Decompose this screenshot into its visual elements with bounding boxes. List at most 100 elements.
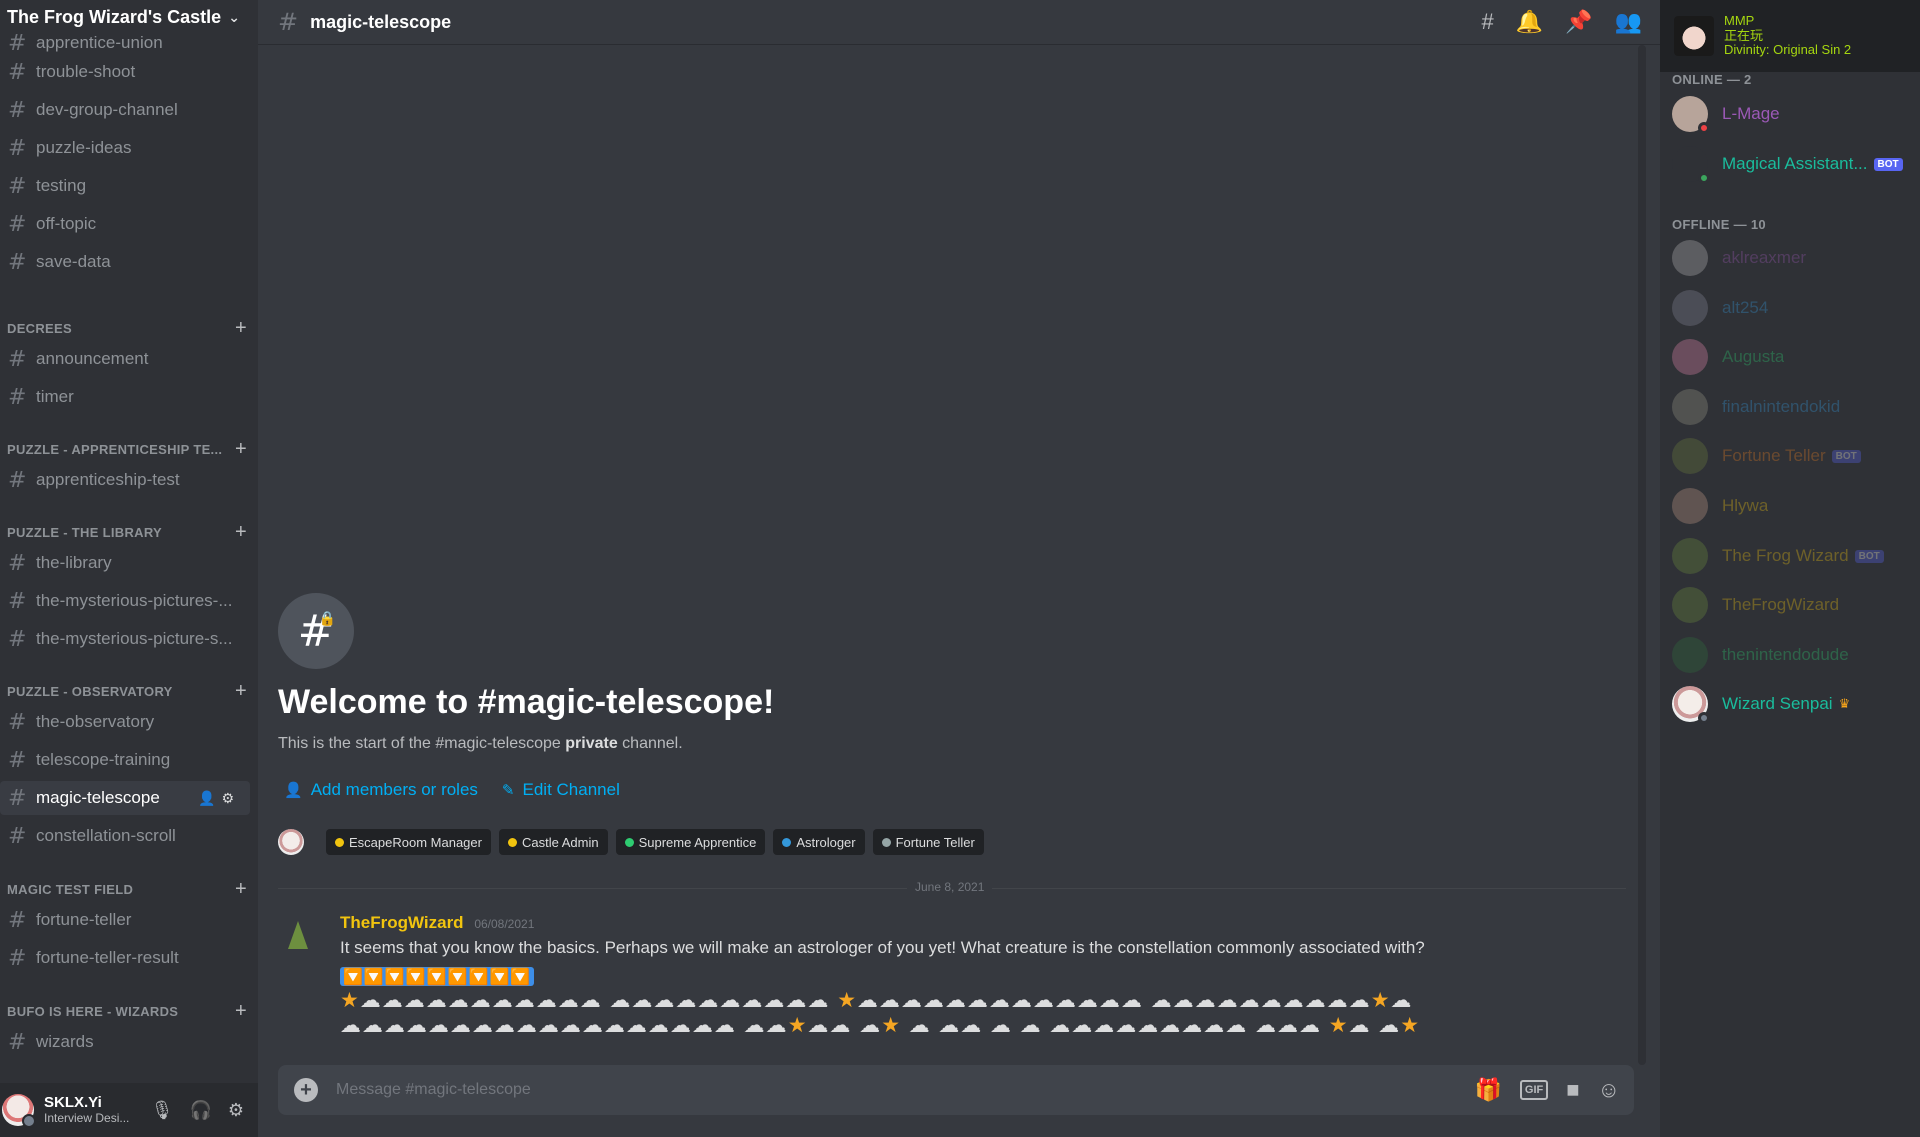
member-item[interactable]: The Frog Wizard BOT xyxy=(1672,534,1918,578)
user-avatar[interactable] xyxy=(2,1094,36,1128)
member-item[interactable]: Fortune Teller BOT xyxy=(1672,434,1918,478)
gift-icon[interactable]: 🎁 xyxy=(1474,1077,1501,1103)
member-item[interactable]: L-Mage xyxy=(1672,92,1918,136)
scrollbar[interactable] xyxy=(1638,45,1646,1065)
wizard-hat-avatar[interactable] xyxy=(278,915,318,955)
role-tag[interactable]: Fortune Teller xyxy=(872,829,984,855)
hash-icon: # xyxy=(8,588,27,614)
channel-off-topic[interactable]: # off-topic xyxy=(0,207,250,241)
channel-the-library[interactable]: # the-library xyxy=(0,546,250,580)
channel-mysterious-pictures[interactable]: # the-mysterious-pictures-... xyxy=(0,584,250,618)
channel-label: puzzle-ideas xyxy=(36,138,132,157)
offline-status-icon xyxy=(1698,712,1710,724)
avatar xyxy=(1672,389,1708,425)
gif-button[interactable]: GIF xyxy=(1519,1080,1549,1100)
plus-icon[interactable]: + xyxy=(235,317,247,340)
category-magic-test-field[interactable]: MAGIC TEST FIELD + xyxy=(7,878,247,901)
gear-icon[interactable]: ⚙ xyxy=(228,1100,244,1121)
channel-label: timer xyxy=(36,387,74,406)
member-item[interactable]: Augusta xyxy=(1672,335,1918,379)
category-apprenticeship[interactable]: PUZZLE - APPRENTICESHIP TE... + xyxy=(7,438,247,461)
edit-channel-button[interactable]: ✎ Edit Channel xyxy=(502,780,620,800)
channel-the-observatory[interactable]: # the-observatory xyxy=(0,705,250,739)
user-info[interactable]: SKLX.Yi Interview Desi... xyxy=(44,1095,129,1125)
user-status: Interview Desi... xyxy=(44,1110,130,1125)
welcome-subtitle: This is the start of the #magic-telescop… xyxy=(278,735,683,752)
category-observatory[interactable]: PUZZLE - OBSERVATORY + xyxy=(7,680,247,703)
online-header: ONLINE — 2 xyxy=(1672,72,1752,87)
hash-icon: # xyxy=(8,747,27,773)
channel-magic-telescope[interactable]: # magic-telescope 👤⚙ xyxy=(0,781,250,815)
avatar[interactable] xyxy=(278,829,304,855)
category-label: PUZZLE - THE LIBRARY xyxy=(7,525,163,540)
category-label: PUZZLE - OBSERVATORY xyxy=(7,684,173,699)
channel-wizards[interactable]: # wizards xyxy=(0,1025,250,1059)
microphone-icon[interactable]: 🎙 xyxy=(151,1100,174,1121)
channel-sidebar: The Frog Wizard's Castle ⌄ # apprentice-u… xyxy=(0,0,258,1137)
channel-save-data[interactable]: # save-data xyxy=(0,245,250,279)
member-item[interactable]: finalnintendokid xyxy=(1672,385,1918,429)
channel-fortune-teller-result[interactable]: # fortune-teller-result xyxy=(0,941,250,975)
invite-icon[interactable]: 👤 xyxy=(198,790,221,806)
channel-apprenticeship-test[interactable]: # apprenticeship-test xyxy=(0,463,250,497)
plus-icon[interactable]: + xyxy=(235,438,247,461)
message-author[interactable]: TheFrogWizard xyxy=(340,913,464,932)
plus-icon[interactable]: + xyxy=(235,680,247,703)
role-tag[interactable]: Astrologer xyxy=(773,829,865,855)
emoji-row-sky-1: ★☁☁☁☁☁☁☁☁☁☁☁ ☁☁☁☁☁☁☁☁☁☁ ★☁☁☁☁☁☁☁☁☁☁☁☁☁ ☁… xyxy=(340,988,1413,1012)
role-tag[interactable]: EscapeRoom Manager xyxy=(326,829,491,855)
avatar xyxy=(1674,16,1714,56)
category-decrees[interactable]: DECREES + xyxy=(7,317,247,340)
channel-announcement[interactable]: # announcement xyxy=(0,342,250,376)
member-item[interactable]: aklreaxmer xyxy=(1672,236,1918,280)
emoji-icon[interactable]: ☺ xyxy=(1598,1077,1620,1103)
member-item[interactable]: TheFrogWizard xyxy=(1672,583,1918,627)
channel-dev-group[interactable]: # dev-group-channel xyxy=(0,93,250,127)
upload-plus-icon[interactable]: + xyxy=(294,1078,318,1102)
channel-label: off-topic xyxy=(36,214,97,233)
channel-fortune-teller[interactable]: # fortune-teller xyxy=(0,903,250,937)
hash-icon: # xyxy=(8,709,27,735)
plus-icon[interactable]: + xyxy=(235,521,247,544)
server-name: The Frog Wizard's Castle xyxy=(7,6,222,27)
plus-icon[interactable]: + xyxy=(235,878,247,901)
member-item[interactable]: Hlywa xyxy=(1672,484,1918,528)
channel-label: the-mysterious-pictures-... xyxy=(36,591,233,610)
sticker-icon[interactable]: ■ xyxy=(1566,1077,1579,1103)
activity-user: MMP xyxy=(1724,12,1755,28)
threads-icon[interactable]: # xyxy=(1482,9,1494,35)
activity-card[interactable]: MMP 正在玩 Divinity: Original Sin 2 xyxy=(1660,0,1920,72)
role-tag[interactable]: Castle Admin xyxy=(498,829,608,855)
channel-constellation-scroll[interactable]: # constellation-scroll xyxy=(0,819,250,853)
category-library[interactable]: PUZZLE - THE LIBRARY + xyxy=(7,521,247,544)
gear-icon[interactable]: ⚙ xyxy=(221,790,240,806)
message-input[interactable] xyxy=(336,1081,1336,1099)
channel-roles: EscapeRoom Manager Castle Admin Supreme … xyxy=(278,829,984,855)
channel-mysterious-picture-s[interactable]: # the-mysterious-picture-s... xyxy=(0,622,250,656)
bell-icon[interactable]: 🔔 xyxy=(1516,9,1543,35)
hash-icon: # xyxy=(8,626,27,652)
channel-timer[interactable]: # timer xyxy=(0,380,250,414)
chevron-down-icon: ⌄ xyxy=(228,8,240,25)
hash-icon: # xyxy=(8,34,27,56)
channel-telescope-training[interactable]: # telescope-training xyxy=(0,743,250,777)
emoji-row-sky-2: ☁☁☁☁☁☁☁☁☁☁☁☁☁☁☁☁☁☁ ☁☁★☁☁ ☁★ ☁ ☁☁ ☁ ☁ ☁☁☁… xyxy=(340,1013,1421,1037)
server-header[interactable]: The Frog Wizard's Castle ⌄ xyxy=(0,0,258,34)
category-label: DECREES xyxy=(7,321,72,336)
channel-label: announcement xyxy=(36,349,149,368)
channel-puzzle-ideas[interactable]: # puzzle-ideas xyxy=(0,131,250,165)
hash-icon: # xyxy=(8,785,27,811)
member-item[interactable]: Wizard Senpai ♛ xyxy=(1672,682,1918,726)
category-bufo[interactable]: BUFO IS HERE - WIZARDS + xyxy=(7,1000,247,1023)
members-icon[interactable]: 👥 xyxy=(1615,9,1642,35)
role-tag[interactable]: Supreme Apprentice xyxy=(615,829,766,855)
channel-trouble-shoot[interactable]: # trouble-shoot xyxy=(0,55,250,89)
channel-testing[interactable]: # testing xyxy=(0,169,250,203)
pin-icon[interactable]: 📌 xyxy=(1565,9,1592,35)
headphones-icon[interactable]: 🎧 xyxy=(189,1100,211,1121)
add-members-button[interactable]: 👤 Add members or roles xyxy=(284,780,478,800)
member-item[interactable]: Magical Assistant... BOT xyxy=(1672,142,1918,186)
plus-icon[interactable]: + xyxy=(235,1000,247,1023)
member-item[interactable]: thenintendodude xyxy=(1672,633,1918,677)
member-item[interactable]: alt254 xyxy=(1672,286,1918,330)
